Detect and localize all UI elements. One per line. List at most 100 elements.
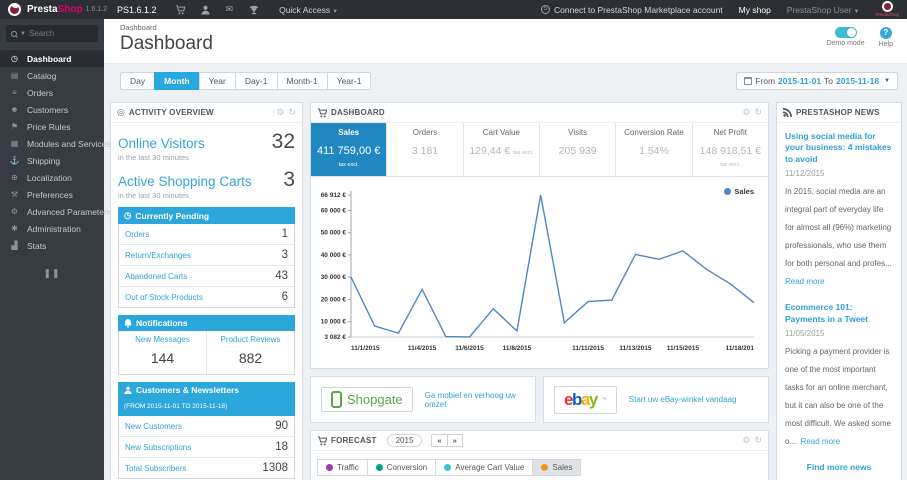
- refresh-icon[interactable]: ↻: [288, 107, 296, 118]
- find-more-news-link[interactable]: Find more news: [785, 462, 893, 472]
- help-icon[interactable]: ?: [879, 27, 892, 39]
- total-subscribers-row[interactable]: Total Subscribers 1308: [119, 458, 294, 478]
- news-article: Using social media for your business: 4 …: [785, 131, 893, 287]
- toggle-average-cart-value[interactable]: Average Cart Value: [435, 459, 534, 476]
- refresh-icon[interactable]: ↻: [754, 107, 762, 118]
- orders-icon: ≡: [12, 88, 17, 97]
- svg-text:10 000 €: 10 000 €: [321, 319, 347, 326]
- preferences-icon: ⚒: [10, 190, 19, 199]
- new-subscriptions-row[interactable]: New Subscriptions 18: [119, 437, 294, 458]
- metric-sales[interactable]: Sales 411 759,00 € tax excl.: [311, 123, 388, 176]
- date-range-picker[interactable]: From 2015-11-01 To 2015-11-18 ▼: [736, 72, 898, 90]
- forecast-prev-button[interactable]: «: [431, 434, 448, 447]
- administration-icon: ✱: [11, 224, 18, 233]
- new-customers-row[interactable]: New Customers 90: [119, 416, 294, 437]
- filter-year-button[interactable]: Year: [198, 72, 236, 90]
- breadcrumb[interactable]: Dashboard: [120, 23, 895, 32]
- metric-visits[interactable]: Visits 205 939: [540, 123, 617, 176]
- period-buttons: Day Month Year Day-1 Month-1 Year-1: [120, 72, 372, 90]
- news-article-title[interactable]: Using social media for your business: 4 …: [785, 131, 893, 165]
- brand[interactable]: PrestaShop: [27, 4, 83, 15]
- sidebar-item-catalog[interactable]: ▤ Catalog: [0, 67, 104, 84]
- toggle-conversion[interactable]: Conversion: [366, 459, 437, 476]
- topbar: PrestaShop 1.6.1.2 PS1.6.1.2 ✉ Quick Acc…: [0, 0, 907, 19]
- cart-icon[interactable]: [175, 4, 185, 15]
- metric-conversion-rate[interactable]: Conversion Rate 1.54%: [616, 123, 693, 176]
- sidebar-item-localization[interactable]: ⊕ Localization: [0, 169, 104, 186]
- pending-row-orders[interactable]: Orders 1: [119, 224, 294, 245]
- sidebar-item-preferences[interactable]: ⚒ Preferences: [0, 186, 104, 203]
- pending-row-abandoned-carts[interactable]: Abandoned Carts 43: [119, 266, 294, 287]
- user-menu[interactable]: PrestaShop User ▼: [787, 5, 860, 15]
- toggle-sales[interactable]: Sales: [532, 459, 582, 476]
- sidebar-item-dashboard[interactable]: ◷ Dashboard: [0, 50, 104, 67]
- sidebar-collapse-button[interactable]: ❚❚: [0, 268, 104, 279]
- forecast-year-badge: 2015: [386, 434, 423, 447]
- pending-list: Orders 1 Return/Exchanges 3 Abandoned Cart…: [118, 224, 295, 308]
- refresh-icon[interactable]: ↻: [754, 435, 762, 446]
- date-to: 2015-11-18: [836, 76, 880, 86]
- metric-orders[interactable]: Orders 3 181: [387, 123, 464, 176]
- sidebar-item-customers[interactable]: ☻ Customers: [0, 101, 104, 118]
- trophy-icon[interactable]: [249, 5, 259, 15]
- ebay-link[interactable]: Start uw eBay-winkel vandaag: [629, 395, 737, 404]
- pending-row-out-of-stock[interactable]: Out of Stock Products 6: [119, 287, 294, 307]
- svg-text:11/13/2015: 11/13/2015: [619, 345, 652, 352]
- svg-text:50 000 €: 50 000 €: [321, 230, 347, 237]
- sidebar-item-modules[interactable]: ▦ Modules and Services: [0, 135, 111, 152]
- metric-cart-value[interactable]: Cart Value 129,44 € tax excl.: [464, 123, 540, 176]
- chevron-down-icon[interactable]: ▼: [20, 31, 26, 37]
- svg-text:11/15/2015: 11/15/2015: [667, 345, 700, 352]
- online-visitors-link[interactable]: Online Visitors: [118, 136, 205, 151]
- news-article-title[interactable]: Ecommerce 101: Payments in a Tweet: [785, 302, 893, 325]
- svg-text:11/11/2015: 11/11/2015: [572, 345, 604, 352]
- ebay-module: ebay ™ Start uw eBay-winkel vandaag: [543, 376, 769, 423]
- filter-year-1-button[interactable]: Year-1: [326, 72, 372, 90]
- mail-icon[interactable]: ✉: [226, 4, 234, 15]
- avatar-image: [881, 1, 893, 13]
- my-shop-link[interactable]: My shop: [739, 5, 771, 15]
- read-more-link[interactable]: Read more: [785, 277, 825, 286]
- sidebar-item-stats[interactable]: ▟ Stats: [0, 237, 104, 254]
- marketplace-link[interactable]: S Connect to PrestaShop Marketplace accou…: [540, 5, 723, 15]
- pending-row-returns[interactable]: Return/Exchanges 3: [119, 245, 294, 266]
- filter-month-button[interactable]: Month: [154, 72, 200, 90]
- user-icon[interactable]: [201, 5, 210, 15]
- demo-mode-control: Demo mode: [826, 27, 865, 48]
- gear-icon[interactable]: ⚙: [742, 435, 750, 446]
- clock-icon: ◷: [124, 210, 132, 220]
- search-input[interactable]: [28, 29, 93, 38]
- filter-month-1-button[interactable]: Month-1: [276, 72, 328, 90]
- gear-icon[interactable]: ⚙: [276, 107, 284, 118]
- cart-icon: [317, 107, 327, 118]
- sidebar-item-price-rules[interactable]: ⚑ Price Rules: [0, 118, 104, 135]
- avatar[interactable]: PrestaShop: [875, 1, 899, 18]
- filter-day-button[interactable]: Day: [120, 72, 156, 90]
- shop-code[interactable]: PS1.6.1.2: [117, 5, 157, 15]
- sidebar-item-administration[interactable]: ✱ Administration: [0, 220, 104, 237]
- gear-icon[interactable]: ⚙: [742, 107, 750, 118]
- forecast-next-button[interactable]: »: [446, 434, 463, 447]
- read-more-link[interactable]: Read more: [801, 437, 841, 446]
- metric-net-profit[interactable]: Net Profit 148 918,51 € tax excl.: [693, 123, 768, 176]
- shopgate-logo[interactable]: Shopgate: [321, 387, 413, 412]
- active-carts-link[interactable]: Active Shopping Carts: [118, 174, 252, 189]
- quick-access-menu[interactable]: Quick Access ▼: [279, 5, 338, 15]
- modules-icon: ▦: [10, 139, 19, 148]
- svg-text:11/8/2015: 11/8/2015: [503, 345, 532, 352]
- chevron-down-icon: ▼: [884, 78, 890, 84]
- legend-dot: [724, 188, 732, 195]
- new-messages-cell[interactable]: New Messages 144: [119, 331, 206, 374]
- demo-mode-toggle[interactable]: [834, 27, 857, 38]
- sidebar-item-advanced-parameters[interactable]: ⚙ Advanced Parameters: [0, 203, 111, 220]
- shopgate-link[interactable]: Ga mobiel en verhoog uw omzet: [425, 391, 525, 409]
- sidebar-item-shipping[interactable]: ⚓ Shipping: [0, 152, 104, 169]
- sidebar-item-orders[interactable]: ≡ Orders: [0, 84, 104, 101]
- sidebar-search[interactable]: ▼: [6, 25, 98, 42]
- toggle-traffic[interactable]: Traffic: [317, 459, 368, 476]
- dashboard-panel: DASHBOARD ⚙ ↻ Sales 411 759,00 € tax excl…: [310, 102, 769, 369]
- filter-day-1-button[interactable]: Day-1: [234, 72, 278, 90]
- ebay-logo[interactable]: ebay ™: [554, 385, 617, 414]
- product-reviews-cell[interactable]: Product Reviews 882: [206, 331, 294, 374]
- catalog-icon: ▤: [10, 71, 19, 80]
